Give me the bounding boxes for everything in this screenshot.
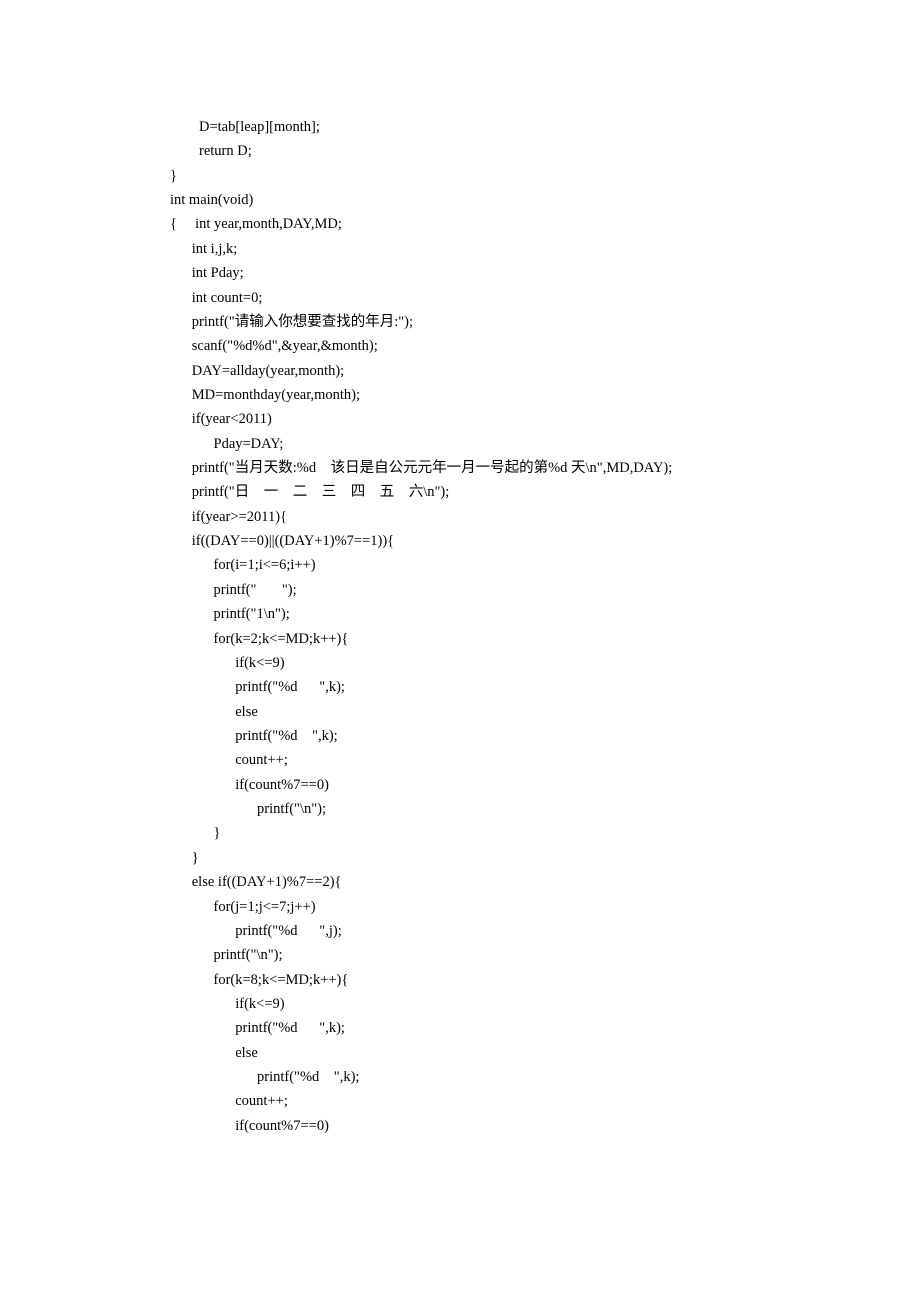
code-line: } xyxy=(170,821,920,845)
code-line: else xyxy=(170,1041,920,1065)
code-line: for(j=1;j<=7;j++) xyxy=(170,895,920,919)
code-line: printf("%d ",k); xyxy=(170,724,920,748)
code-line: printf("\n"); xyxy=(170,797,920,821)
code-block: D=tab[leap][month]; return D; } int main… xyxy=(170,115,920,1138)
code-line: if(count%7==0) xyxy=(170,1114,920,1138)
code-line: int main(void) xyxy=(170,188,920,212)
code-line: scanf("%d%d",&year,&month); xyxy=(170,334,920,358)
code-line: else if((DAY+1)%7==2){ xyxy=(170,870,920,894)
code-line: int Pday; xyxy=(170,261,920,285)
code-line: printf(" "); xyxy=(170,578,920,602)
code-line: DAY=allday(year,month); xyxy=(170,359,920,383)
code-line: int count=0; xyxy=(170,286,920,310)
code-line: else xyxy=(170,700,920,724)
code-line: printf("1\n"); xyxy=(170,602,920,626)
code-line: for(k=8;k<=MD;k++){ xyxy=(170,968,920,992)
code-line: if(year<2011) xyxy=(170,407,920,431)
code-line: if(k<=9) xyxy=(170,992,920,1016)
code-line: D=tab[leap][month]; xyxy=(170,115,920,139)
code-line: printf("%d ",k); xyxy=(170,675,920,699)
code-line: printf("%d ",k); xyxy=(170,1065,920,1089)
code-line: for(i=1;i<=6;i++) xyxy=(170,553,920,577)
code-line: printf("当月天数:%d 该日是自公元元年一月一号起的第%d 天\n",M… xyxy=(170,456,920,480)
document-page: D=tab[leap][month]; return D; } int main… xyxy=(0,0,920,1302)
code-line: count++; xyxy=(170,1089,920,1113)
code-line: printf("\n"); xyxy=(170,943,920,967)
code-line: return D; xyxy=(170,139,920,163)
code-line: if(count%7==0) xyxy=(170,773,920,797)
code-line: printf("%d ",k); xyxy=(170,1016,920,1040)
code-line: } xyxy=(170,846,920,870)
code-line: { int year,month,DAY,MD; xyxy=(170,212,920,236)
code-line: printf("%d ",j); xyxy=(170,919,920,943)
code-line: if(k<=9) xyxy=(170,651,920,675)
code-line: int i,j,k; xyxy=(170,237,920,261)
code-line: printf("日 一 二 三 四 五 六\n"); xyxy=(170,480,920,504)
code-line: } xyxy=(170,164,920,188)
code-line: if((DAY==0)||((DAY+1)%7==1)){ xyxy=(170,529,920,553)
code-line: for(k=2;k<=MD;k++){ xyxy=(170,627,920,651)
code-line: Pday=DAY; xyxy=(170,432,920,456)
code-line: count++; xyxy=(170,748,920,772)
code-line: MD=monthday(year,month); xyxy=(170,383,920,407)
code-line: printf("请输入你想要查找的年月:"); xyxy=(170,310,920,334)
code-line: if(year>=2011){ xyxy=(170,505,920,529)
